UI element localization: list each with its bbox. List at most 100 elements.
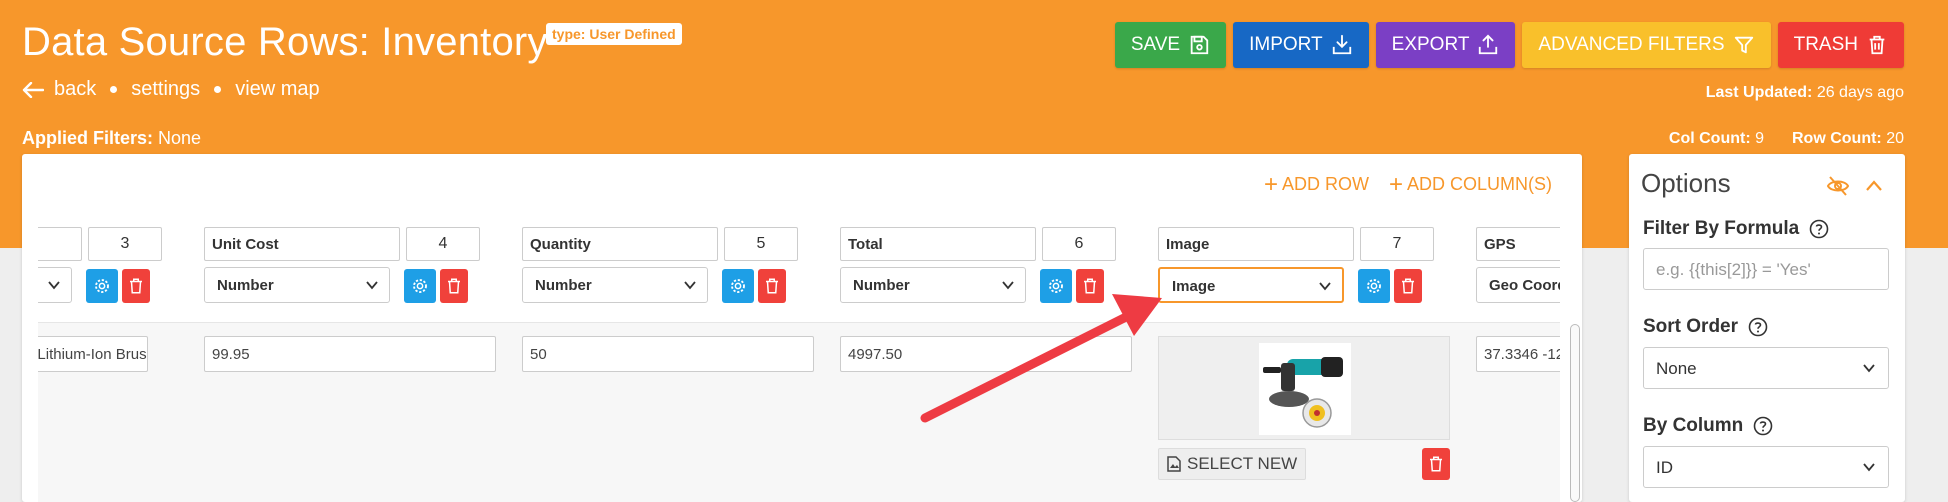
column-settings-button[interactable] xyxy=(404,269,436,303)
column-name-input[interactable]: Image xyxy=(1158,227,1354,261)
column-name-input[interactable]: Quantity xyxy=(522,227,718,261)
column-name-input[interactable]: Total xyxy=(840,227,1036,261)
column-settings-button[interactable] xyxy=(1040,269,1072,303)
select-new-image-button[interactable]: SELECT NEW xyxy=(1158,448,1307,480)
cell-input[interactable]: 37.3346 -121 xyxy=(1476,336,1560,372)
column-delete-button[interactable] xyxy=(1076,269,1104,303)
filter-icon xyxy=(1734,36,1753,54)
col-count-value: 9 xyxy=(1755,130,1764,147)
data-grid-panel: + ADD ROW + ADD COLUMN(S) 3 LXT Lithium-… xyxy=(22,154,1582,502)
by-column-label-text: By Column xyxy=(1643,415,1744,436)
settings-link[interactable]: settings xyxy=(131,78,200,101)
column-settings-button[interactable] xyxy=(86,269,118,303)
chevron-down-icon xyxy=(1863,364,1875,373)
cell-input[interactable]: LXT Lithium-Ion Brus xyxy=(38,336,148,372)
column-name-input[interactable] xyxy=(38,227,82,261)
options-panel: Options Filter By Formula e.g. {{this[2]… xyxy=(1629,154,1905,502)
advanced-filters-button[interactable]: ADVANCED FILTERS xyxy=(1522,22,1771,68)
back-link[interactable]: back xyxy=(54,78,96,101)
column-type-select[interactable]: Geo Coordinates xyxy=(1476,267,1560,303)
last-updated: Last Updated: 26 days ago xyxy=(1706,84,1904,102)
column-name-input[interactable]: GPS xyxy=(1476,227,1560,261)
column-delete-button[interactable] xyxy=(440,269,468,303)
help-icon[interactable] xyxy=(1809,219,1829,239)
chevron-up-icon[interactable] xyxy=(1864,176,1884,196)
angle-grinder-image xyxy=(1259,343,1351,435)
column-delete-button[interactable] xyxy=(1394,269,1422,303)
filter-label-text: Filter By Formula xyxy=(1643,218,1800,239)
trash-icon xyxy=(766,278,778,294)
toolbar: SAVE IMPORT EXPORT ADVANCED FILTERS TRAS… xyxy=(1114,22,1904,68)
export-button[interactable]: EXPORT xyxy=(1375,22,1516,68)
last-updated-value: 26 days ago xyxy=(1816,84,1904,101)
column-index-box[interactable]: 6 xyxy=(1042,227,1116,261)
column-delete-button[interactable] xyxy=(122,269,150,303)
delete-image-button[interactable] xyxy=(1422,448,1450,480)
trash-icon xyxy=(448,278,460,294)
trash-icon xyxy=(1430,456,1442,472)
sort-order-select[interactable]: None xyxy=(1643,347,1889,389)
column-settings-button[interactable] xyxy=(722,269,754,303)
trash-icon xyxy=(1402,278,1414,294)
column-type-select[interactable]: Number xyxy=(204,267,390,303)
row-count-value: 20 xyxy=(1886,130,1904,147)
column-type-value: Geo Coordinates xyxy=(1489,277,1560,294)
trash-icon xyxy=(1869,35,1885,55)
file-image-icon xyxy=(1167,456,1181,472)
column-type-select[interactable]: Number xyxy=(840,267,1026,303)
chevron-down-icon xyxy=(366,281,378,290)
import-button[interactable]: IMPORT xyxy=(1233,22,1369,68)
chevron-down-icon xyxy=(1002,281,1014,290)
vertical-scrollbar[interactable] xyxy=(1570,324,1580,502)
options-title: Options xyxy=(1641,168,1731,198)
column-index-box[interactable]: 7 xyxy=(1360,227,1434,261)
cell-input[interactable]: 50 xyxy=(522,336,814,372)
cell-input[interactable]: 4997.50 xyxy=(840,336,1132,372)
applied-filters: Applied Filters: None xyxy=(22,128,201,149)
grid-scroll-area[interactable]: 3 LXT Lithium-Ion Brus Unit Cost 4 Numbe… xyxy=(38,154,1560,502)
trash-icon xyxy=(130,278,142,294)
col-count-label: Col Count: xyxy=(1668,130,1751,147)
help-icon[interactable] xyxy=(1748,317,1768,337)
save-button-label: SAVE xyxy=(1130,34,1181,55)
help-icon[interactable] xyxy=(1753,416,1773,436)
type-badge: type: User Defined xyxy=(546,23,682,45)
chevron-down-icon xyxy=(48,281,60,290)
applied-filters-label: Applied Filters: xyxy=(22,128,154,148)
column-index-box[interactable]: 3 xyxy=(88,227,162,261)
eye-slash-icon[interactable] xyxy=(1826,174,1850,198)
cell-input[interactable]: 99.95 xyxy=(204,336,496,372)
advanced-filters-button-label: ADVANCED FILTERS xyxy=(1538,34,1725,55)
gear-icon xyxy=(1367,279,1381,293)
page-title: Data Source Rows: Inventory xyxy=(22,20,548,64)
gear-icon xyxy=(413,279,427,293)
export-icon xyxy=(1479,34,1498,55)
column-index-box[interactable]: 5 xyxy=(724,227,798,261)
by-column-select[interactable]: ID xyxy=(1643,446,1889,488)
applied-filters-value: None xyxy=(158,128,202,148)
column-name-input[interactable]: Unit Cost xyxy=(204,227,400,261)
save-button[interactable]: SAVE xyxy=(1114,22,1227,68)
filter-formula-input[interactable]: e.g. {{this[2]}} = 'Yes' xyxy=(1643,248,1889,290)
column-index-box[interactable]: 4 xyxy=(406,227,480,261)
sort-order-value: None xyxy=(1656,359,1697,378)
column-type-select[interactable] xyxy=(38,267,72,303)
column-type-select[interactable]: Number xyxy=(522,267,708,303)
separator-dot xyxy=(214,86,222,93)
filter-by-formula-label: Filter By Formula xyxy=(1643,218,1829,240)
gear-icon xyxy=(1049,279,1063,293)
column-type-select[interactable]: Image xyxy=(1158,267,1344,303)
trash-icon xyxy=(1084,278,1096,294)
last-updated-label: Last Updated: xyxy=(1705,84,1813,101)
column-settings-button[interactable] xyxy=(1358,269,1390,303)
image-preview xyxy=(1158,336,1450,440)
trash-button[interactable]: TRASH xyxy=(1777,22,1904,68)
chevron-down-icon xyxy=(684,281,696,290)
view-map-link[interactable]: view map xyxy=(235,78,319,101)
counts: Col Count: 9 Row Count: 20 xyxy=(1669,130,1904,148)
gear-icon xyxy=(95,279,109,293)
row-count: Row Count: 20 xyxy=(1792,130,1904,148)
chevron-down-icon xyxy=(1863,463,1875,472)
column-type-value: Number xyxy=(217,277,274,294)
column-delete-button[interactable] xyxy=(758,269,786,303)
